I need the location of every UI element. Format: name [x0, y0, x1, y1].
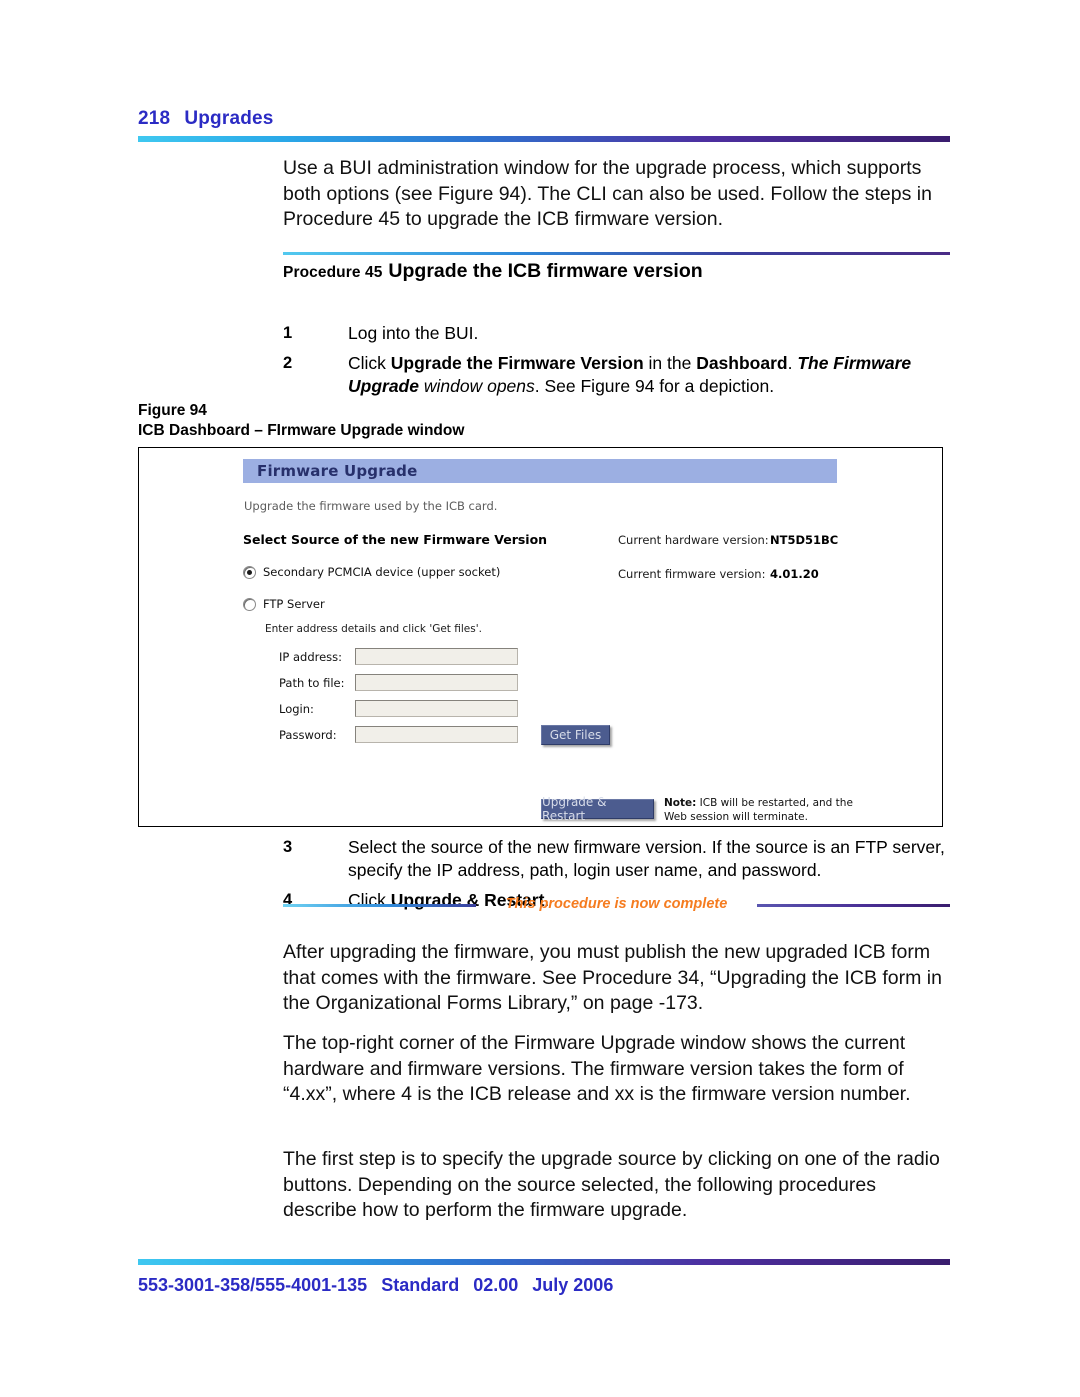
page-section-title: Upgrades: [184, 108, 274, 129]
password-input[interactable]: [355, 726, 518, 743]
get-files-button[interactable]: Get Files: [541, 725, 610, 745]
firmware-version-value: 4.01.20: [770, 567, 819, 581]
radio-icon[interactable]: [243, 597, 256, 611]
firmware-upgrade-window: Firmware Upgrade Upgrade the firmware us…: [243, 459, 933, 823]
label-path-to-file: Path to file:: [279, 675, 345, 690]
step-text: Click Upgrade the Firmware Version in th…: [348, 353, 912, 396]
figure-title: ICB Dashboard – FIrmware Upgrade window: [138, 422, 465, 439]
source-selection-column: Select Source of the new Firmware Versio…: [243, 532, 613, 752]
login-input[interactable]: [355, 700, 518, 717]
intro-paragraph: Use a BUI administration window for the …: [283, 157, 932, 230]
form-row-ip-address: IP address:: [279, 648, 613, 665]
ip-address-input[interactable]: [355, 648, 518, 665]
page-footer: 553-3001-358/555-4001-135 Standard 02.00 Ju…: [138, 1275, 613, 1296]
step-text: Select the source of the new firmware ve…: [348, 837, 945, 880]
source-section-heading: Select Source of the new Firmware Versio…: [243, 532, 548, 547]
restart-note: Note: ICB will be restarted, and the Web…: [664, 797, 874, 824]
procedure-heading: Procedure 45 Upgrade the ICB firmware ver…: [283, 260, 955, 283]
note-label: Note:: [664, 797, 697, 809]
page-header-line: 218 Upgrades: [138, 108, 950, 130]
window-subtitle: Upgrade the firmware used by the ICB car…: [244, 499, 498, 513]
procedure-rule: [283, 252, 950, 255]
radio-option-pcmcia[interactable]: Secondary PCMCIA device (upper socket): [243, 565, 613, 579]
step-number: 3: [283, 838, 293, 856]
closing-paragraph-3: The first step is to specify the upgrade…: [283, 1148, 940, 1221]
step-number: 2: [283, 354, 293, 372]
footer-version: 02.00: [473, 1275, 519, 1295]
procedure-complete-text: This procedure is now complete: [505, 896, 728, 912]
label-ip-address: IP address:: [279, 649, 343, 664]
form-row-path-to-file: Path to file:: [279, 674, 613, 691]
procedure-step: 3 Select the source of the new firmware …: [283, 836, 955, 882]
form-row-login: Login:: [279, 700, 613, 717]
closing-paragraph-2: The top-right corner of the Firmware Upg…: [283, 1032, 911, 1105]
hardware-version-value: NT5D51BC: [770, 533, 839, 547]
radio-icon[interactable]: [243, 565, 256, 579]
page-number: 218: [138, 108, 171, 129]
upgrade-restart-button[interactable]: Upgrade & Restart: [541, 795, 654, 823]
window-main-row: Select Source of the new Firmware Versio…: [243, 532, 933, 752]
hardware-version-label: Current hardware version:: [618, 533, 769, 547]
document-page: 218 Upgrades Use a BUI administration win…: [0, 0, 1080, 1397]
procedure-label: Procedure 45: [283, 264, 383, 281]
page-header: 218 Upgrades: [138, 108, 950, 130]
firmware-version-row: Current firmware version: 4.01.20: [618, 567, 838, 581]
radio-label-ftp: FTP Server: [263, 597, 325, 611]
label-login: Login:: [279, 701, 314, 716]
figure-image-frame: Firmware Upgrade Upgrade the firmware us…: [138, 447, 943, 827]
window-titlebar: Firmware Upgrade: [243, 459, 837, 483]
complete-rule-right: [757, 903, 950, 907]
procedure-steps-top: 1 Log into the BUI. 2 Click Upgrade the …: [283, 322, 955, 405]
footer-rule: [138, 1259, 950, 1265]
procedure-step: 1 Log into the BUI.: [283, 322, 955, 345]
step-text: Log into the BUI.: [348, 323, 479, 343]
path-to-file-input[interactable]: [355, 674, 518, 691]
header-rule: [138, 136, 950, 142]
hardware-version-row: Current hardware version: NT5D51BC: [618, 533, 838, 547]
version-info-column: Current hardware version: NT5D51BC Curre…: [618, 532, 838, 601]
complete-rule-left: [283, 903, 476, 907]
radio-option-ftp[interactable]: FTP Server: [243, 597, 613, 611]
procedure-name: Upgrade the ICB firmware version: [388, 260, 703, 282]
step-number: 1: [283, 324, 293, 342]
ftp-hint-text: Enter address details and click 'Get fil…: [265, 623, 482, 635]
procedure-complete-marker: This procedure is now complete: [283, 896, 950, 912]
figure-caption: Figure 94 ICB Dashboard – FIrmware Upgra…: [138, 401, 464, 441]
footer-status: Standard: [381, 1275, 460, 1295]
window-title: Firmware Upgrade: [257, 462, 418, 480]
closing-paragraph-1: After upgrading the firmware, you must p…: [283, 941, 942, 1014]
label-password: Password:: [279, 727, 337, 742]
firmware-version-label: Current firmware version:: [618, 567, 766, 581]
footer-date: July 2006: [532, 1275, 614, 1295]
figure-number: Figure 94: [138, 402, 207, 419]
procedure-step: 2 Click Upgrade the Firmware Version in …: [283, 352, 955, 398]
footer-doc-number: 553-3001-358/555-4001-135: [138, 1275, 368, 1295]
radio-label-pcmcia: Secondary PCMCIA device (upper socket): [263, 565, 501, 579]
